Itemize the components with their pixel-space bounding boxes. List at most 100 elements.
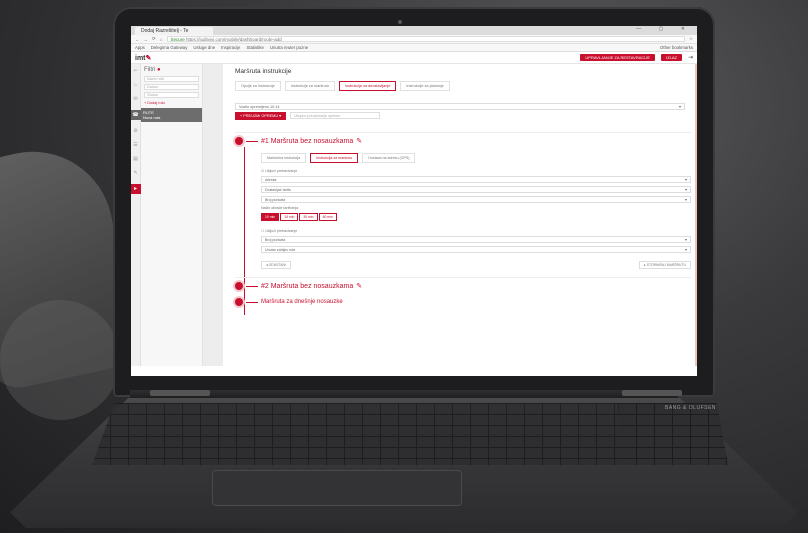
selected-route-name: Nova ruta	[143, 115, 161, 120]
route-1-footer: ◂ ODUSTANI ▸ STORNIRAJ MARŠRUTU	[261, 261, 691, 269]
route-1-header[interactable]: #1 Maršruta bez nosauzkama ✎	[235, 137, 691, 145]
list-icon[interactable]: ▤	[133, 156, 138, 162]
filters-title: Filtri ●	[144, 67, 199, 73]
scroll-accent-bar	[695, 64, 697, 366]
other-bookmarks[interactable]: Other bookmarks	[660, 45, 693, 50]
selected-route-item[interactable]: RUTE Nova ruta	[141, 108, 202, 122]
url-text: https://juditvivi.com/mobile/dashboard/r…	[186, 37, 282, 42]
hinge-right	[622, 390, 682, 396]
switch-checkbox-2-label: Uključi prebacivanje	[265, 229, 298, 233]
back-icon[interactable]: ←	[135, 37, 140, 42]
reload-icon[interactable]: ⟳	[152, 36, 156, 42]
points-select[interactable]: Broj punkata	[261, 196, 691, 203]
add-equipment-button[interactable]: + PREUZMI OPREMU ▾	[235, 112, 287, 120]
chip-10-min[interactable]: 10 min	[261, 213, 280, 221]
laptop-screen: Dodaj Razrešitelj - Te — ▢ ✕ ← → ⟳ ⌂ Sec…	[131, 26, 697, 376]
bookmark-item[interactable]: Inspiracije	[221, 45, 240, 50]
edit-icon[interactable]: ✎	[133, 170, 137, 176]
filters-title-text: Filtri	[144, 67, 156, 73]
active-nav-icon[interactable]: ▸	[131, 184, 141, 194]
chip-30-min[interactable]: 30 min	[299, 213, 318, 221]
route-dot-icon	[235, 137, 243, 145]
gutter	[203, 64, 223, 366]
route-2-title: #2 Maršruta bez nosauzkama	[261, 282, 354, 290]
app-body: ⇐ ⌂ ✉ ☎ ⚙ ☰ ▤ ✎ ▸ Filtri ● Naziv rute Da…	[131, 64, 697, 366]
switch-checkbox-2[interactable]: ☐ Uključi prebacivanje	[261, 229, 691, 233]
numeric-keypad	[618, 403, 728, 465]
route-dot-icon	[235, 298, 243, 306]
switch-checkbox-1-label: Uključi prebacivanje	[265, 169, 298, 173]
status-filter[interactable]: Status	[144, 92, 199, 98]
route-2-header[interactable]: #2 Maršruta bez nosauzkama ✎	[235, 282, 691, 290]
courier-tariff-select[interactable]: Dostavljač tarifa	[261, 186, 691, 193]
option-instruction[interactable]: Instrukcija za maršrutu	[310, 153, 359, 163]
route-dot-icon	[235, 282, 243, 290]
address-bar: ← → ⟳ ⌂ Secure https://juditvivi.com/mob…	[131, 35, 697, 44]
bookmark-item[interactable]: Usluge dne	[193, 45, 215, 50]
icon-rail: ⇐ ⌂ ✉ ☎ ⚙ ☰ ▤ ✎ ▸	[131, 64, 141, 366]
instruction-tabs: Opcije za instrukcije Instrukcije za mar…	[229, 81, 691, 91]
browser-tab-bar: Dodaj Razrešitelj - Te — ▢ ✕	[131, 26, 697, 35]
mail-icon[interactable]: ✉	[133, 96, 137, 102]
address-select[interactable]: Adresa	[261, 176, 691, 183]
route-request-select[interactable]: Unutar zahtjev rute	[261, 246, 691, 253]
phone-icon[interactable]: ☎	[131, 110, 141, 120]
home-nav-icon[interactable]: ⌂	[134, 82, 137, 88]
cancel-route-button[interactable]: ▸ STORNIRAJ MARŠRUTU	[639, 261, 691, 269]
date-filter[interactable]: Datum	[144, 84, 199, 90]
secure-label: Secure	[170, 37, 185, 42]
tab-delivery[interactable]: Instrukcije za deostavljanje	[338, 81, 397, 91]
forward-icon[interactable]: →	[144, 37, 149, 42]
option-gps[interactable]: Dostava na adresu (GPS)	[362, 153, 416, 163]
bookmark-item[interactable]: Unutra reuter pozne	[270, 45, 308, 50]
filters-panel: Filtri ● Naziv rute Datum Status + Dodaj…	[141, 64, 203, 366]
route-2: #2 Maršruta bez nosauzkama ✎ Maršruta za…	[235, 277, 691, 306]
equipment-input[interactable]: Ukupno preuzimanje opreme	[290, 112, 381, 119]
edit-pencil-icon[interactable]: ✎	[356, 282, 362, 290]
signout-icon[interactable]: ⇥	[688, 54, 693, 61]
menu-icon[interactable]: ☰	[133, 142, 137, 148]
interval-chips: 10 min 15 min 30 min 60 min	[261, 213, 691, 221]
route-3-header[interactable]: Maršruta za dnešnje nosauzke	[235, 298, 691, 306]
settings-icon[interactable]: ⚙	[133, 128, 137, 134]
route-connector	[246, 285, 258, 287]
edit-pencil-icon[interactable]: ✎	[356, 137, 362, 145]
bookmark-item[interactable]: Apps	[135, 45, 145, 50]
logo-mark: ✎	[145, 54, 152, 62]
bookmarks-bar: Apps Delegirna Gateway Usluge dne Inspir…	[131, 44, 697, 52]
collapse-icon[interactable]: ⇐	[133, 68, 137, 74]
vehicle-select[interactable]: Vozilo opremljeno 10.14	[235, 103, 685, 110]
logo-text: imt	[135, 54, 146, 62]
browser-tab[interactable]: Dodaj Razrešitelj - Te	[135, 27, 213, 35]
route-connector	[246, 301, 258, 303]
option-route-instruction[interactable]: Maršrutna instrukcija	[261, 153, 307, 163]
app-logo[interactable]: imt✎	[135, 54, 151, 62]
route-1: #1 Maršruta bez nosauzkama ✎ Maršrutna i…	[235, 132, 691, 315]
tab-route[interactable]: Instrukcije za maršrutu	[284, 81, 335, 91]
bookmark-item[interactable]: Delegirna Gateway	[151, 45, 188, 50]
tab-payment[interactable]: Instrukcije za plaćanje	[400, 81, 450, 91]
chip-15-min[interactable]: 15 min	[280, 213, 299, 221]
tariff-label: Način obrade tarifiranja	[261, 206, 299, 210]
app-header: imt✎ UPRAVLJANJE ZA RESTAVRACIJE IZLAZ ⇥	[131, 52, 697, 64]
restaurant-management-button[interactable]: UPRAVLJANJE ZA RESTAVRACIJE	[580, 54, 656, 61]
route-name-filter[interactable]: Naziv rute	[144, 76, 199, 82]
star-icon[interactable]: ☆	[689, 36, 693, 42]
chip-60-min[interactable]: 60 min	[318, 213, 337, 221]
bookmark-item[interactable]: Statistike	[246, 45, 263, 50]
speaker-brand-label: BANG & OLUFSEN	[665, 405, 716, 411]
cancel-button[interactable]: ◂ ODUSTANI	[261, 261, 291, 269]
keyboard	[92, 403, 652, 465]
url-field[interactable]: Secure https://juditvivi.com/mobile/dash…	[166, 36, 685, 42]
points-select-2[interactable]: Broj punkata	[261, 236, 691, 243]
route-1-body: Maršrutna instrukcija Instrukcija za mar…	[235, 153, 691, 269]
add-route-link[interactable]: + Dodaj rutu	[144, 101, 199, 105]
window-controls[interactable]: — ▢ ✕	[636, 26, 693, 32]
tab-options[interactable]: Opcije za instrukcije	[235, 81, 281, 91]
home-icon[interactable]: ⌂	[160, 37, 163, 42]
switch-checkbox-1[interactable]: ☑ Uključi prebacivanje	[261, 169, 691, 173]
page-title: Maršruta instrukcije	[235, 68, 292, 75]
hinge-left	[150, 390, 210, 396]
filters-marker: ●	[157, 67, 161, 73]
exit-button[interactable]: IZLAZ	[661, 54, 682, 61]
